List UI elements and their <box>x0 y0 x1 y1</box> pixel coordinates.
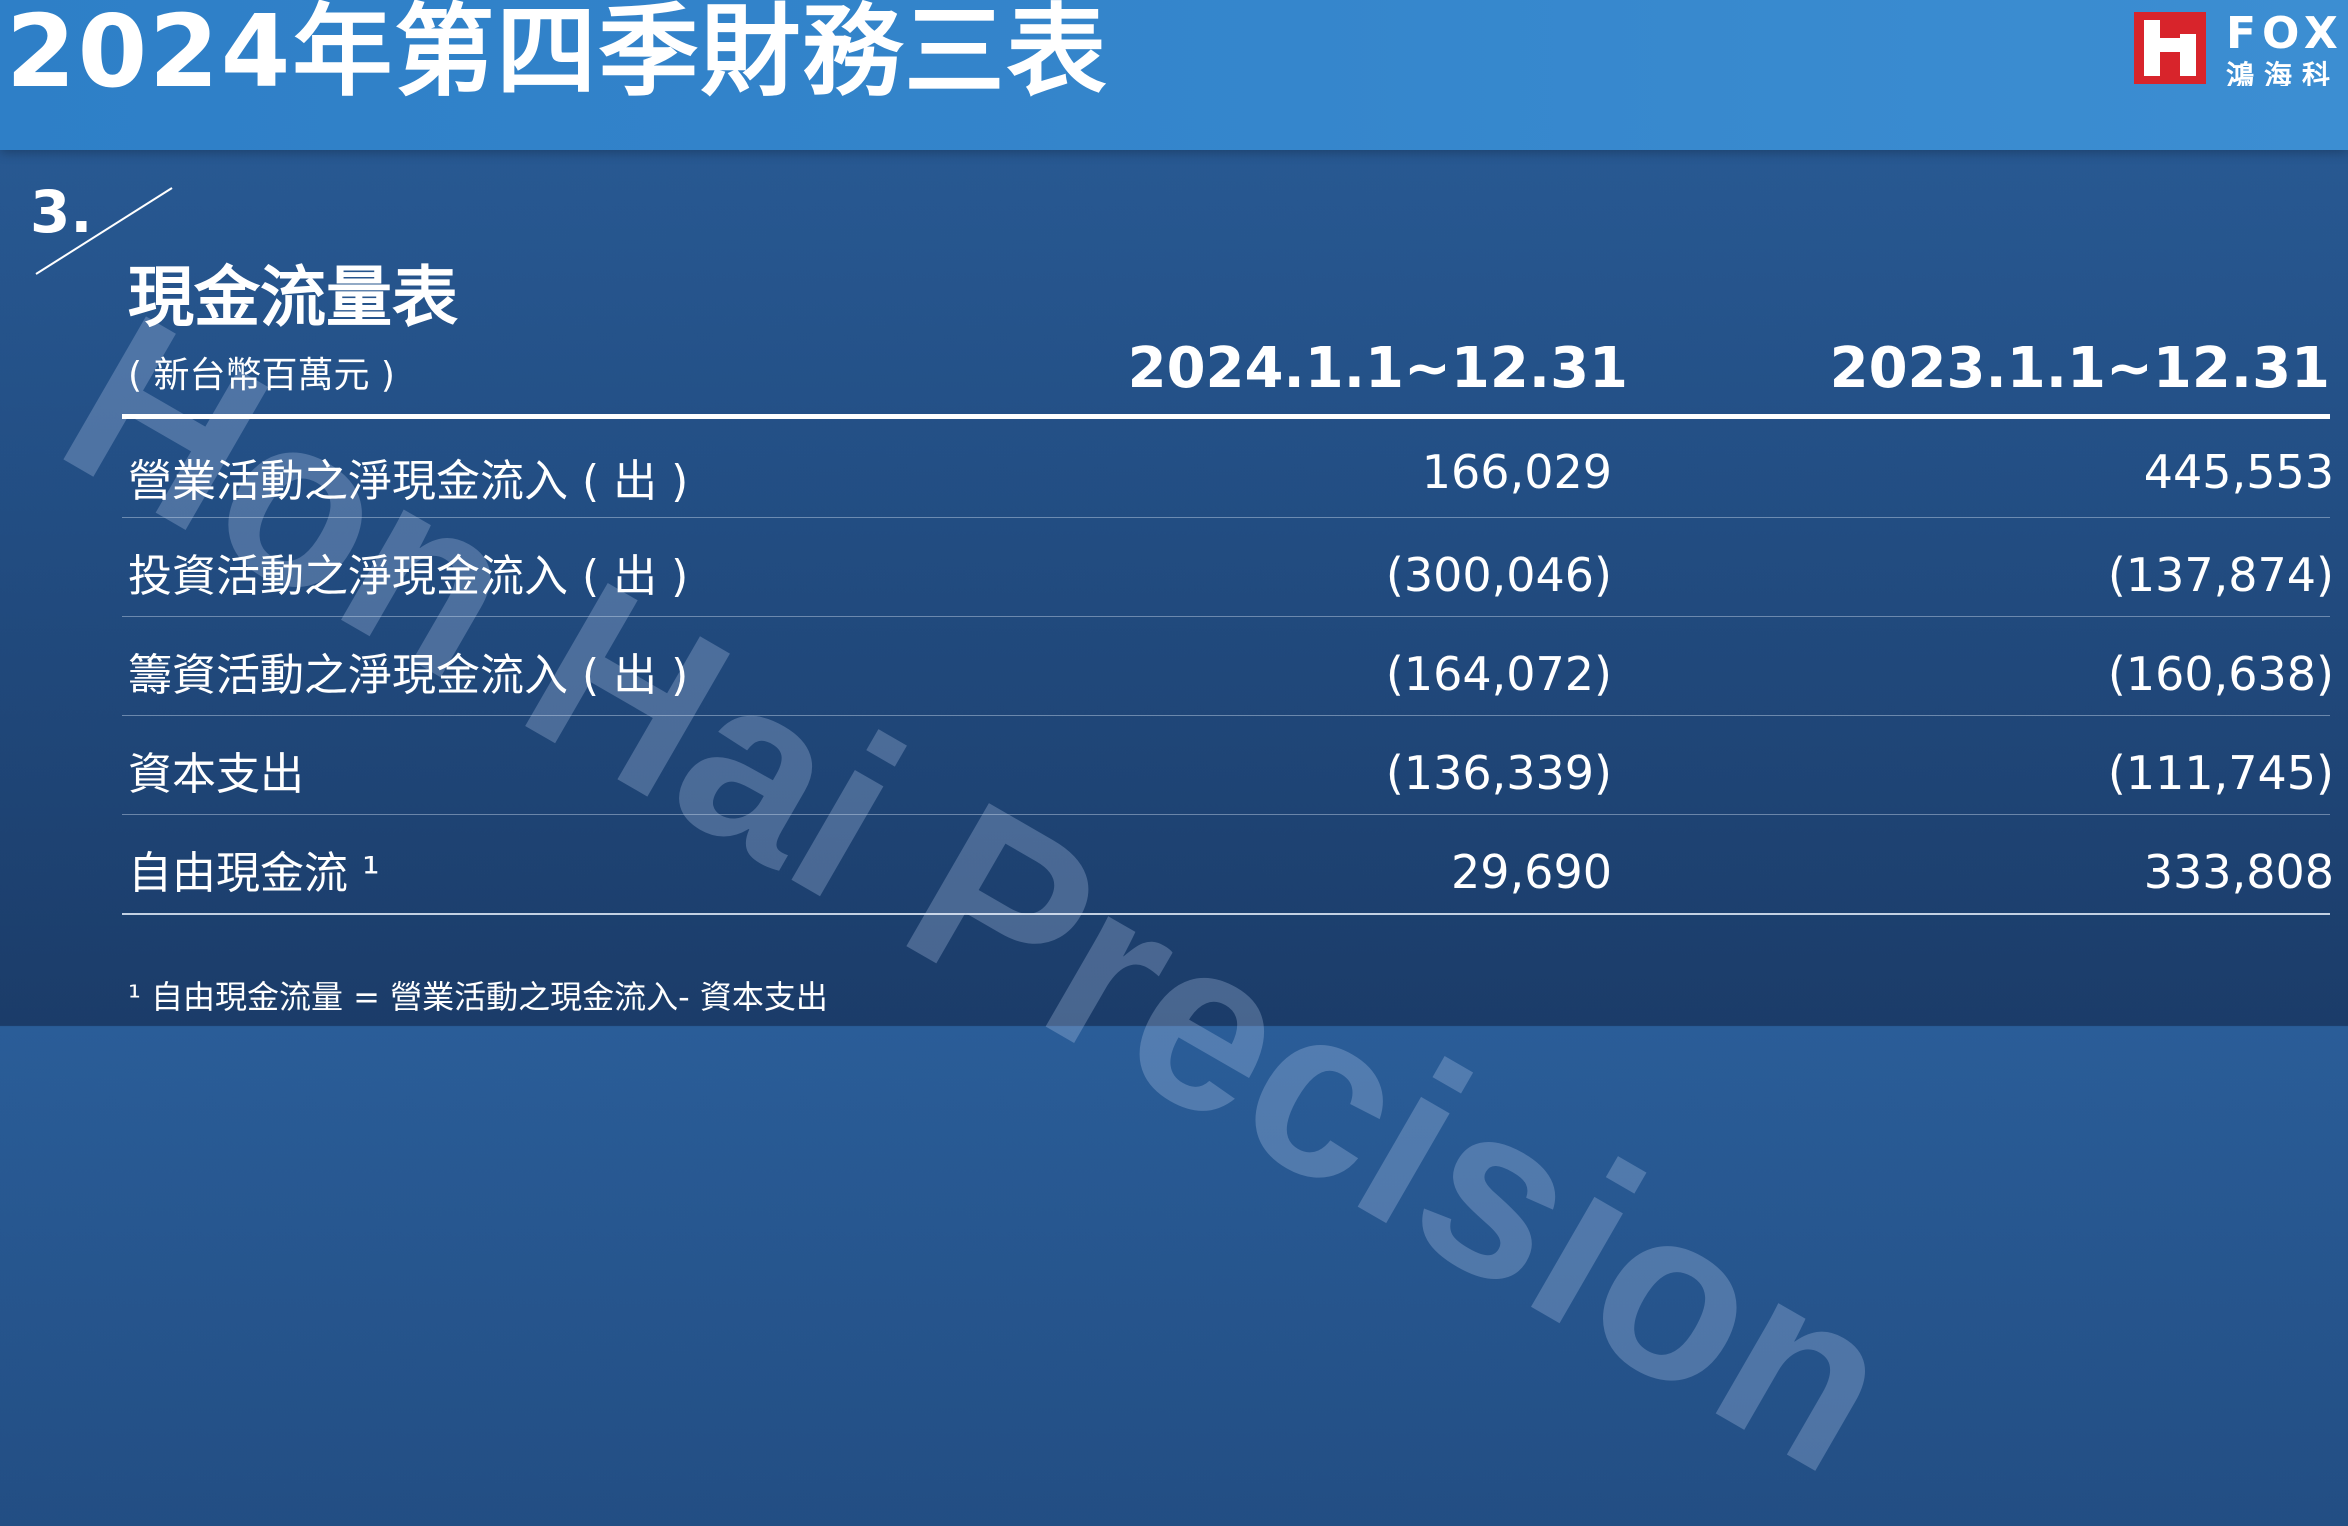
company-logo: FOX 鴻海科 <box>2134 6 2348 86</box>
cash-flow-table: 營業活動之淨現金流入 ( 出 ) 166,029 445,553 投資活動之淨現… <box>122 419 2334 915</box>
logo-brand-text: FOX <box>2226 8 2344 59</box>
table-row: 自由現金流 ¹ 29,690 333,808 <box>122 815 2334 915</box>
row-label: 投資活動之淨現金流入 ( 出 ) <box>128 551 689 602</box>
row-label: 營業活動之淨現金流入 ( 出 ) <box>128 456 689 507</box>
page-title: 2024年第四季財務三表 <box>6 0 1109 110</box>
table-row: 籌資活動之淨現金流入 ( 出 ) (164,072) (160,638) <box>122 617 2334 716</box>
value-2023: 333,808 <box>2143 845 2334 899</box>
unit-label: ( 新台幣百萬元 ) <box>128 355 395 396</box>
footnote: ¹ 自由現金流量 = 營業活動之現金流入- 資本支出 <box>128 978 828 1016</box>
column-header-2023: 2023.1.1~12.31 <box>1829 336 2330 401</box>
value-2023: 445,553 <box>2143 445 2334 499</box>
table-row: 營業活動之淨現金流入 ( 出 ) 166,029 445,553 <box>122 419 2334 518</box>
h-logo-icon <box>2134 12 2206 84</box>
value-2023: (137,874) <box>2107 548 2334 602</box>
logo-sub-text: 鴻海科 <box>2226 59 2341 86</box>
value-2024: (164,072) <box>1385 647 1612 701</box>
table-row: 投資活動之淨現金流入 ( 出 ) (300,046) (137,874) <box>122 518 2334 617</box>
value-2024: 166,029 <box>1421 445 1612 499</box>
row-label: 資本支出 <box>128 749 304 800</box>
value-2024: (136,339) <box>1385 746 1612 800</box>
row-label: 自由現金流 ¹ <box>128 848 380 899</box>
row-label: 籌資活動之淨現金流入 ( 出 ) <box>128 650 689 701</box>
value-2023: (160,638) <box>2107 647 2334 701</box>
title-bar: 2024年第四季財務三表 FOX 鴻海科 <box>0 0 2348 150</box>
table-row: 資本支出 (136,339) (111,745) <box>122 716 2334 815</box>
value-2023: (111,745) <box>2107 746 2334 800</box>
value-2024: 29,690 <box>1451 845 1612 899</box>
value-2024: (300,046) <box>1385 548 1612 602</box>
column-header-2024: 2024.1.1~12.31 <box>1127 336 1628 401</box>
section-title: 現金流量表 <box>128 259 458 336</box>
